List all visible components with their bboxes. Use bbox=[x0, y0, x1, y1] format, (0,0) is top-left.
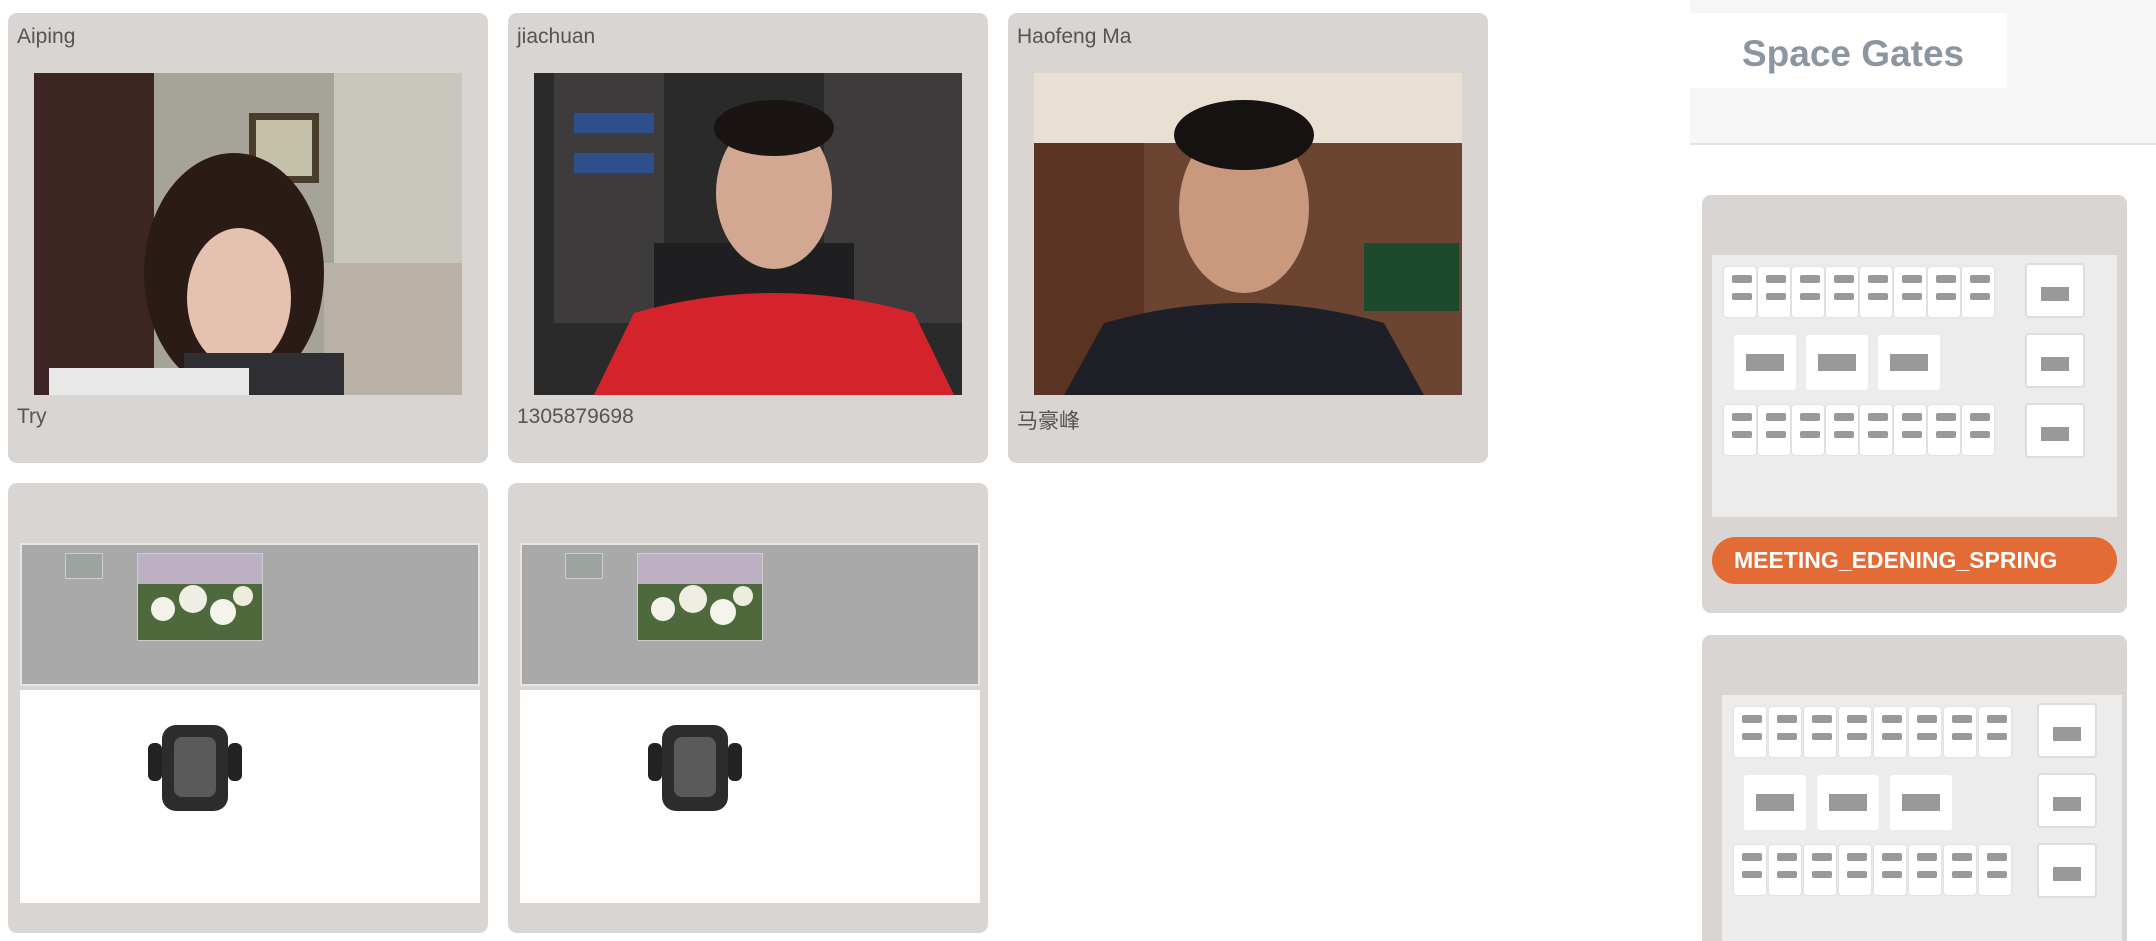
wall-picture-flowers bbox=[137, 553, 263, 641]
space-view bbox=[520, 543, 980, 903]
participant-subtitle: Try bbox=[17, 405, 47, 428]
gate-floorplan bbox=[1722, 695, 2122, 941]
participant-card-aiping[interactable]: Aiping Try bbox=[8, 13, 488, 463]
panel-title: Space Gates bbox=[1742, 33, 1965, 74]
space-floor bbox=[20, 690, 480, 903]
chair-icon[interactable] bbox=[140, 713, 250, 828]
space-card-2[interactable] bbox=[508, 483, 988, 933]
space-gate-2[interactable] bbox=[1702, 635, 2127, 941]
space-card-1[interactable] bbox=[8, 483, 488, 933]
gate-join-button[interactable]: MEETING_EDENING_SPRING bbox=[1712, 537, 2117, 584]
participant-name: Haofeng Ma bbox=[1017, 25, 1132, 48]
space-gate-1[interactable]: MEETING_EDENING_SPRING bbox=[1702, 195, 2127, 613]
divider bbox=[1690, 143, 2156, 145]
participant-video bbox=[1034, 73, 1462, 395]
participant-card-haofeng-ma[interactable]: Haofeng Ma 马豪峰 bbox=[1008, 13, 1488, 463]
gate-floorplan bbox=[1712, 255, 2117, 517]
wall-picture-small bbox=[565, 553, 603, 579]
chair-icon[interactable] bbox=[640, 713, 750, 828]
participant-video bbox=[534, 73, 962, 395]
participant-subtitle: 1305879698 bbox=[517, 405, 634, 428]
space-view bbox=[20, 543, 480, 903]
participant-name: jiachuan bbox=[517, 25, 596, 48]
space-floor bbox=[520, 690, 980, 903]
participant-video bbox=[34, 73, 462, 395]
participant-subtitle: 马豪峰 bbox=[1017, 410, 1080, 433]
participant-name: Aiping bbox=[17, 25, 76, 48]
wall-picture-flowers bbox=[637, 553, 763, 641]
wall-picture-small bbox=[65, 553, 103, 579]
participant-card-jiachuan[interactable]: jiachuan 1305879698 bbox=[508, 13, 988, 463]
